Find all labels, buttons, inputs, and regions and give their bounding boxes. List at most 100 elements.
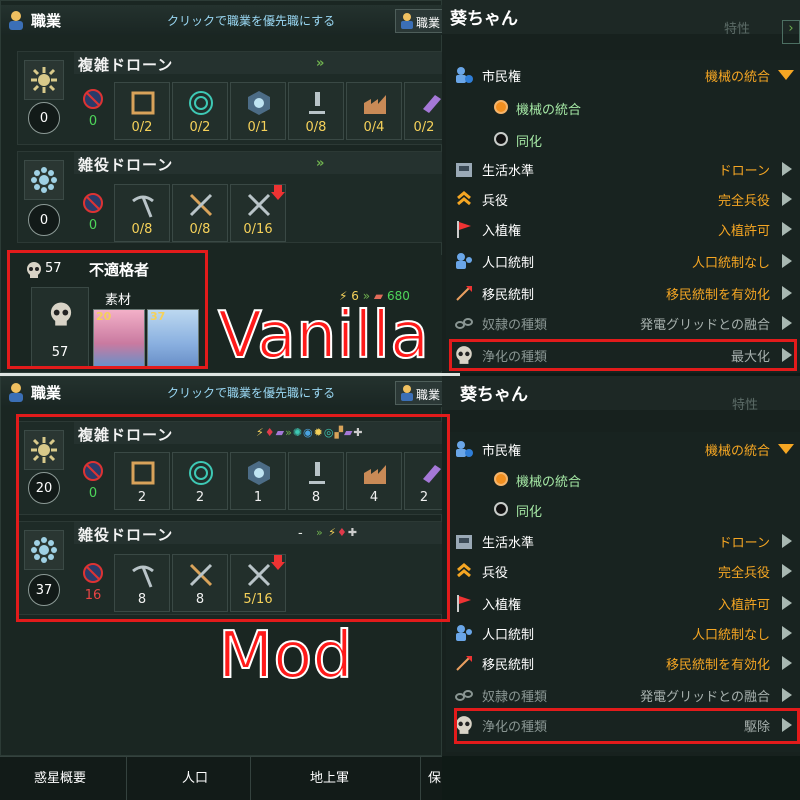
menial-drone-icon [24, 530, 64, 570]
arrow-down-icon [271, 185, 285, 200]
mod-jobs-panel: 職業 クリックで職業を優先職にする 職業 複雑ドローン ⚡♦▰»✺◉✹◎▞▰✚ … [0, 376, 444, 756]
unemployed-count: 0 [88, 114, 98, 129]
population-control-row[interactable]: 人口統制 人口統制なし [446, 618, 800, 648]
job-slot[interactable]: 0/2 [172, 82, 228, 140]
unfit-box: 57 [31, 287, 89, 367]
jobs-header: 職業 クリックで職業を優先職にする 職業 [1, 5, 443, 35]
job-slot[interactable]: 5/16 [230, 554, 286, 612]
jobs-header: 職業 クリックで職業を優先職にする 職業 [1, 377, 443, 407]
unity-wave-icon [187, 89, 215, 117]
job-slot[interactable]: 8 [114, 554, 170, 612]
dash: - [298, 526, 303, 541]
citizenship-row[interactable]: 市民権 機械の統合 [446, 434, 800, 464]
complex-drone-icon [24, 60, 64, 100]
job-slot[interactable]: 0/8 [288, 82, 344, 140]
mod-species-panel: 葵ちゃん 特性 市民権 機械の統合 機械の統合 同化 生活水準 ドローン 兵役 … [442, 376, 800, 756]
eye-icon [245, 89, 273, 117]
slavery-type-row[interactable]: 奴隷の種類 発電グリッドとの融合 [446, 308, 800, 338]
unemployed-count: 16 [84, 588, 102, 603]
tab-traits[interactable]: 特性 [724, 18, 750, 37]
job-slot[interactable]: 0/2 [114, 82, 170, 140]
living-standard-row[interactable]: 生活水準 ドローン [446, 526, 800, 556]
migration-icon [456, 656, 472, 671]
job-slot[interactable]: 2 [114, 452, 170, 510]
alloy-icon [129, 459, 157, 487]
job-slot[interactable]: 2 [404, 452, 444, 510]
flag-icon [457, 595, 471, 612]
job-slot[interactable]: 8 [172, 554, 228, 612]
job-title: 複雑ドローン [78, 426, 174, 444]
tab-planet-overview[interactable]: 惑星概要 [34, 767, 86, 786]
citizenship-row[interactable]: 市民権 機械の統合 [446, 60, 800, 90]
skull-icon [50, 302, 72, 326]
close-button[interactable]: › [782, 20, 800, 44]
chevron-icon[interactable]: » [316, 56, 324, 71]
pop-count: 0 [28, 204, 60, 236]
chevron-icon[interactable]: » [316, 156, 324, 171]
migration-icon [456, 286, 472, 301]
job-slot[interactable]: 0/1 [230, 82, 286, 140]
job-slot[interactable]: 0/16 [230, 184, 286, 242]
jobs-title: 職業 [31, 384, 62, 402]
job-slot[interactable]: 2 [172, 452, 228, 510]
purge-type-row[interactable]: 浄化の種類 駆除 [446, 710, 800, 740]
living-standard-row[interactable]: 生活水準 ドローン [446, 154, 800, 184]
prioritize-hint: クリックで職業を優先職にする [167, 386, 336, 400]
species-portrait[interactable]: 20 [93, 309, 145, 367]
pop-icon [9, 11, 23, 30]
job-slot[interactable]: 0/8 [114, 184, 170, 242]
pop-icon [401, 385, 413, 401]
technician-icon [245, 561, 273, 589]
job-slot[interactable]: 8 [288, 452, 344, 510]
mod-label: Mod [217, 619, 354, 693]
slavery-type-row[interactable]: 奴隷の種類 発電グリッドとの融合 [446, 680, 800, 710]
microscope-icon [303, 89, 331, 117]
citizens-icon [456, 67, 473, 83]
species-rights-list: 市民権 機械の統合 機械の統合 同化 生活水準 ドローン 兵役 完全兵役 入植権… [446, 60, 800, 372]
skull-icon [27, 262, 41, 278]
military-service-row[interactable]: 兵役 完全兵役 [446, 556, 800, 586]
job-slot[interactable]: 1 [230, 452, 286, 510]
radio-machine-integration[interactable] [494, 100, 508, 114]
alloy-icon [129, 89, 157, 117]
job-slot[interactable]: 0/2 [404, 82, 444, 140]
tab-more[interactable]: 保 [428, 767, 441, 786]
colonization-row[interactable]: 入植権 入植許可 [446, 588, 800, 618]
migration-control-row[interactable]: 移民統制 移民統制を有効化 [446, 278, 800, 308]
job-slot[interactable]: 0/4 [346, 82, 402, 140]
chevron-rank-icon [457, 563, 471, 578]
unity-wave-icon [187, 459, 215, 487]
purge-type-row[interactable]: 浄化の種類 最大化 [446, 340, 800, 370]
military-service-row[interactable]: 兵役 完全兵役 [446, 184, 800, 214]
arrow-right-icon [782, 596, 792, 610]
tab-population[interactable]: 人口 [182, 767, 208, 786]
species-name: 葵ちゃん [450, 9, 518, 29]
dropdown-arrow-icon [778, 70, 794, 80]
species-name: 葵ちゃん [460, 385, 528, 405]
technician-icon [245, 191, 273, 219]
species-header: 葵ちゃん 特性 › [442, 0, 800, 44]
microscope-icon [303, 459, 331, 487]
population-icon [456, 253, 472, 269]
job-title: 雑役ドローン [78, 526, 174, 544]
job-slot[interactable]: 4 [346, 452, 402, 510]
population-control-row[interactable]: 人口統制 人口統制なし [446, 246, 800, 276]
arrow-right-icon [782, 348, 792, 362]
job-title: 複雑ドローン [78, 56, 174, 74]
unemployed-icon [83, 563, 103, 583]
jobs-header-button[interactable]: 職業 [395, 381, 443, 405]
tab-traits[interactable]: 特性 [732, 394, 758, 413]
living-standard-icon [456, 535, 472, 549]
radio-assimilation[interactable] [494, 132, 508, 146]
colonization-row[interactable]: 入植権 入植許可 [446, 214, 800, 244]
radio-assimilation[interactable] [494, 502, 508, 516]
tab-armies[interactable]: 地上軍 [310, 767, 349, 786]
migration-control-row[interactable]: 移民統制 移民統制を有効化 [446, 648, 800, 678]
radio-machine-integration[interactable] [494, 472, 508, 486]
jobs-header-button[interactable]: 職業 [395, 9, 443, 33]
arrow-right-icon [782, 718, 792, 732]
unemployed-icon [83, 89, 103, 109]
job-slot[interactable]: 0/8 [172, 184, 228, 242]
species-portrait[interactable]: 37 [147, 309, 199, 367]
population-icon [456, 625, 472, 641]
